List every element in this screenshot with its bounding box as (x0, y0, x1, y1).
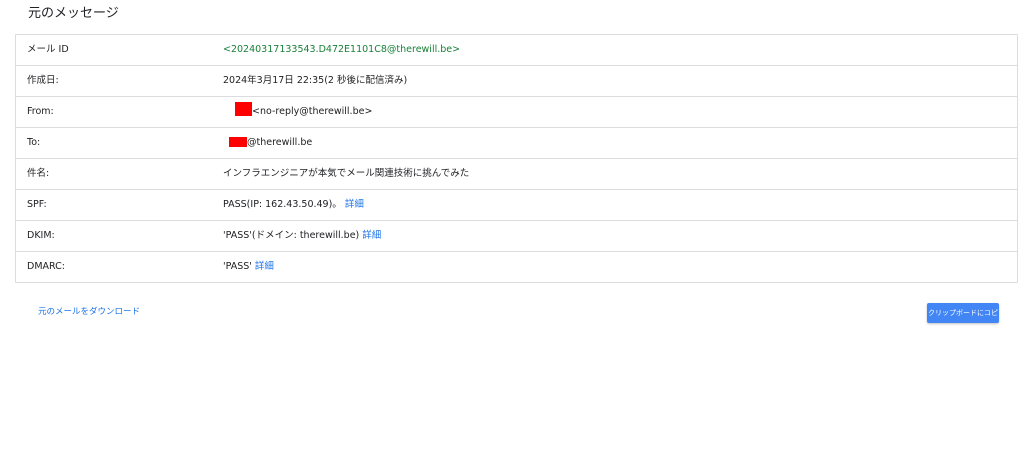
spf-label: SPF: (27, 199, 47, 210)
header-row-dkim: DKIM: 'PASS'(ドメイン: therewill.be) 詳細 (16, 220, 1017, 251)
subject-value: インフラエンジニアが本気でメール関連技術に挑んでみた (223, 168, 470, 179)
header-row-message-id: メール ID <20240317133543.D472E1101C8@there… (16, 35, 1017, 65)
dmarc-value: 'PASS' (223, 261, 252, 272)
header-row-to: To: @therewill.be (16, 127, 1017, 158)
spf-details-link[interactable]: 詳細 (345, 199, 364, 210)
to-value-wrapper: @therewill.be (229, 128, 312, 158)
header-row-from: From: <no-reply@therewill.be> (16, 96, 1017, 127)
redaction-block (229, 137, 247, 147)
page-title: 元のメッセージ (28, 6, 119, 21)
created-value: 2024年3月17日 22:35(2 秒後に配信済み) (223, 75, 408, 86)
message-id-value: <20240317133543.D472E1101C8@therewill.be… (223, 44, 461, 55)
download-original-link[interactable]: 元のメールをダウンロード (38, 306, 140, 318)
dmarc-details-link[interactable]: 詳細 (255, 261, 274, 272)
dkim-value-wrapper: 'PASS'(ドメイン: therewill.be) 詳細 (223, 221, 381, 251)
dkim-details-link[interactable]: 詳細 (362, 230, 381, 241)
message-id-label: メール ID (27, 44, 69, 55)
header-row-created: 作成日: 2024年3月17日 22:35(2 秒後に配信済み) (16, 65, 1017, 96)
header-row-dmarc: DMARC: 'PASS' 詳細 (16, 251, 1017, 282)
header-row-subject: 件名: インフラエンジニアが本気でメール関連技術に挑んでみた (16, 158, 1017, 189)
dmarc-label: DMARC: (27, 261, 65, 272)
copy-to-clipboard-button[interactable]: クリップボードにコピー (927, 303, 999, 337)
from-value: <no-reply@therewill.be> (252, 106, 373, 117)
to-value: @therewill.be (247, 137, 313, 148)
from-value-wrapper: <no-reply@therewill.be> (235, 97, 372, 127)
spf-value-wrapper: PASS(IP: 162.43.50.49)。 詳細 (223, 190, 364, 220)
message-headers-table: メール ID <20240317133543.D472E1101C8@there… (15, 34, 1018, 283)
dkim-value: 'PASS'(ドメイン: therewill.be) (223, 230, 360, 241)
dmarc-value-wrapper: 'PASS' 詳細 (223, 252, 274, 282)
to-label: To: (27, 137, 41, 148)
subject-label: 件名: (27, 168, 50, 179)
header-row-spf: SPF: PASS(IP: 162.43.50.49)。 詳細 (16, 189, 1017, 220)
spf-value: PASS(IP: 162.43.50.49)。 (223, 199, 342, 210)
dkim-label: DKIM: (27, 230, 55, 241)
from-label: From: (27, 106, 54, 117)
created-label: 作成日: (27, 75, 59, 86)
redaction-block (235, 102, 252, 116)
